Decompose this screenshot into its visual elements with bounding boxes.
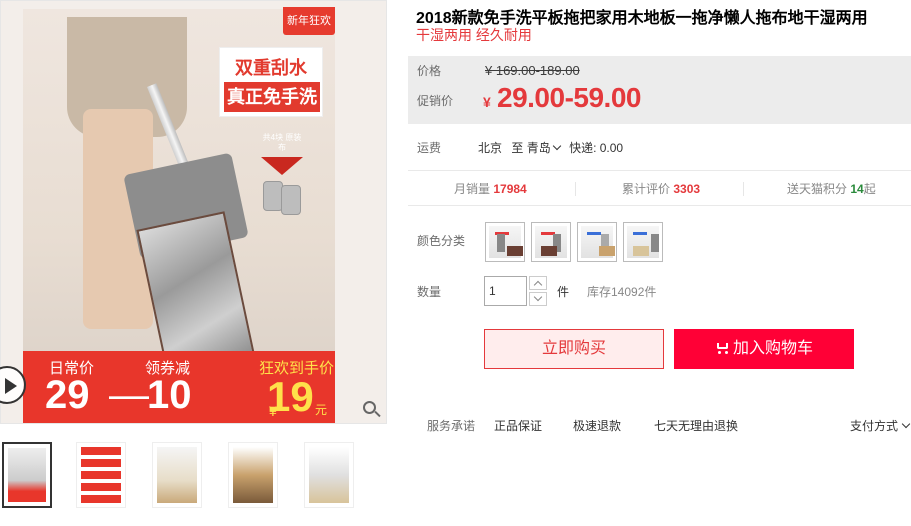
service-item[interactable]: 正品保证	[494, 417, 542, 434]
add-to-cart-label: 加入购物车	[732, 340, 813, 357]
promo-badge: 新年狂欢	[283, 7, 335, 35]
shipping-express: 快递: 0.00	[569, 141, 624, 155]
shipping-value: 北京 至 青岛 快递: 0.00	[478, 139, 623, 156]
tmall-points: 送天猫积分 14起	[787, 180, 876, 197]
color-label: 颜色分类	[417, 234, 466, 248]
divider	[408, 205, 911, 206]
color-swatch[interactable]	[531, 222, 571, 262]
shipping-destination: 青岛	[526, 141, 551, 155]
cart-icon	[715, 342, 729, 354]
reviews-label: 累计评价	[622, 182, 671, 196]
minus-sign: —	[109, 373, 149, 417]
coupon-value: 10	[147, 373, 192, 417]
add-to-cart-button[interactable]: 加入购物车	[674, 329, 854, 369]
shipping-origin: 北京	[478, 141, 503, 155]
payment-label: 支付方式	[850, 419, 899, 433]
shipping-to: 至	[511, 141, 524, 155]
final-price-unit: 元	[315, 403, 328, 417]
service-item[interactable]: 极速退款	[573, 417, 621, 434]
chevron-up-icon	[533, 280, 543, 290]
promo-price-value: 29.00-59.00	[497, 82, 641, 113]
original-price-value: ¥ 169.00-189.00	[485, 63, 580, 78]
quantity-label: 数量	[417, 285, 442, 299]
monthly-sales: 月销量 17984	[454, 180, 527, 197]
slogan-line-2: 真正免手洗	[224, 82, 320, 112]
zoom-icon[interactable]	[361, 399, 383, 421]
quantity-decrease-button[interactable]	[529, 292, 547, 306]
color-swatch[interactable]	[623, 222, 663, 262]
price-panel: 价格 ¥ 169.00-189.00 促销价 ¥ 29.00-59.00	[408, 56, 911, 124]
service-row: 服务承诺 正品保证 极速退款 七天无理由退换 支付方式	[408, 417, 911, 435]
promo-price-label: 促销价	[417, 94, 454, 108]
thumbnail[interactable]	[228, 442, 278, 508]
original-price-label: 价格	[417, 64, 442, 78]
slogan-line-1: 双重刮水	[235, 58, 307, 78]
divider	[408, 170, 911, 171]
quantity-input[interactable]	[484, 276, 527, 306]
shipping-label: 运费	[417, 141, 442, 155]
thumbnail[interactable]	[304, 442, 354, 508]
thumbnail[interactable]	[2, 442, 52, 508]
chevron-down-icon	[552, 141, 561, 151]
price-band: 日常价 29 — 领券减 10 狂欢到手价 ¥ 19 元	[23, 351, 335, 423]
promo-price-yen: ¥	[483, 94, 491, 110]
chevron-down-icon	[533, 292, 543, 302]
service-label: 服务承诺	[427, 419, 476, 433]
points-suffix: 起	[863, 182, 876, 196]
shipping-destination-select[interactable]: 青岛	[527, 141, 569, 155]
reviews-value: 3303	[673, 182, 701, 196]
stat-divider	[575, 182, 576, 196]
thumbnail[interactable]	[152, 442, 202, 508]
payment-methods-dropdown[interactable]: 支付方式	[850, 417, 911, 434]
product-subtitle: 干湿两用 经久耐用	[416, 27, 532, 43]
down-arrow-icon	[261, 157, 303, 175]
shipping-row: 运费 北京 至 青岛 快递: 0.00	[408, 137, 911, 157]
stats-row: 月销量 17984 累计评价 3303 送天猫积分 14起	[408, 178, 911, 200]
chevron-down-icon	[901, 419, 911, 429]
points-prefix: 送天猫积分	[787, 182, 848, 196]
color-swatch[interactable]	[485, 222, 525, 262]
stock-count: 库存14092件	[587, 285, 657, 299]
buy-now-button[interactable]: 立即购买	[484, 329, 664, 369]
daily-price-value: 29	[45, 373, 90, 417]
stat-divider	[743, 182, 744, 196]
main-product-image[interactable]: 新年狂欢 双重刮水 真正免手洗 共4块 原装布 日常价 29 — 领券减 10 …	[0, 0, 387, 424]
points-value: 14	[850, 182, 864, 196]
color-swatch[interactable]	[577, 222, 617, 262]
slogan-box: 双重刮水 真正免手洗	[219, 47, 323, 117]
thumbnail-strip	[0, 442, 390, 508]
monthly-sales-value: 17984	[493, 182, 527, 196]
cumulative-reviews[interactable]: 累计评价 3303	[622, 180, 700, 197]
mop-pad-image	[263, 181, 283, 211]
quantity-increase-button[interactable]	[529, 276, 547, 290]
quantity-unit: 件	[557, 285, 570, 299]
thumbnail[interactable]	[76, 442, 126, 508]
monthly-sales-label: 月销量	[454, 182, 491, 196]
mop-pad-image	[281, 185, 301, 215]
service-item[interactable]: 七天无理由退换	[654, 417, 738, 434]
final-price-value: 19	[267, 373, 314, 420]
